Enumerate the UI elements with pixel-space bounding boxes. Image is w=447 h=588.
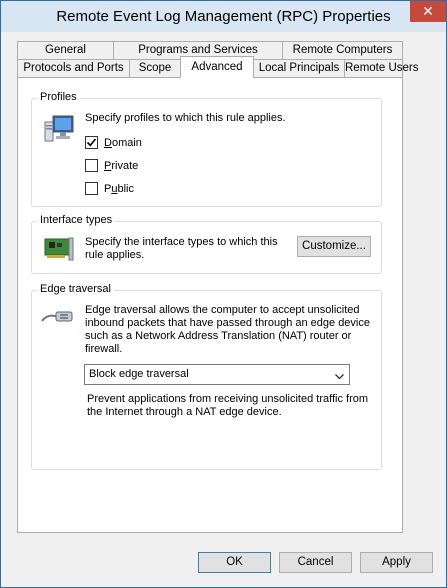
edge-traversal-option-description-line1: Prevent applications from receiving unso… bbox=[87, 393, 369, 405]
customize-button[interactable]: Customize... bbox=[297, 236, 371, 257]
tab-remote-computers[interactable]: Remote Computers bbox=[282, 41, 403, 60]
tab-label: Scope bbox=[138, 62, 172, 74]
private-checkbox[interactable] bbox=[85, 159, 98, 172]
interface-types-description-line1: Specify the interface types to which thi… bbox=[85, 236, 278, 248]
edge-traversal-option-description-line2: the Internet through a NAT edge device. bbox=[87, 406, 282, 418]
profiles-group-title: Profiles bbox=[37, 91, 80, 103]
profiles-description: Specify profiles to which this rule appl… bbox=[85, 112, 286, 124]
edge-traversal-description-line4: firewall. bbox=[85, 343, 123, 355]
ok-button[interactable]: OK bbox=[198, 552, 271, 573]
tab-protocols-and-ports[interactable]: Protocols and Ports bbox=[17, 59, 130, 78]
cancel-button[interactable]: Cancel bbox=[279, 552, 352, 573]
public-label[interactable]: Public bbox=[104, 183, 134, 196]
tab-remote-users[interactable]: Remote Users bbox=[344, 59, 419, 78]
edge-traversal-description-line3: such as a Network Address Translation (N… bbox=[85, 330, 352, 342]
close-button[interactable]: ✕ bbox=[410, 1, 446, 22]
chevron-down-icon bbox=[335, 371, 344, 383]
edge-traversal-group: Edge traversal Edge traversal allows the… bbox=[31, 283, 382, 470]
edge-traversal-description-line2: inbound packets that have passed through… bbox=[85, 317, 370, 329]
private-label[interactable]: Private bbox=[104, 160, 138, 173]
interface-types-description-line2: rule applies. bbox=[85, 249, 145, 261]
network-card-icon bbox=[43, 236, 75, 264]
edge-traversal-description-line1: Edge traversal allows the computer to ac… bbox=[85, 304, 360, 316]
profiles-group: Profiles Specify profiles to which this … bbox=[31, 91, 382, 207]
title-bar[interactable]: Remote Event Log Management (RPC) Proper… bbox=[1, 1, 446, 32]
domain-checkbox[interactable] bbox=[85, 136, 98, 149]
public-checkbox[interactable] bbox=[85, 182, 98, 195]
edge-traversal-group-title: Edge traversal bbox=[37, 283, 114, 295]
tab-label: Programs and Services bbox=[138, 44, 258, 56]
edge-traversal-select[interactable]: Block edge traversal bbox=[84, 364, 350, 385]
window-title: Remote Event Log Management (RPC) Proper… bbox=[56, 8, 391, 25]
tab-label: Local Principals bbox=[258, 62, 340, 74]
advanced-tab-panel: Profiles Specify profiles to which this … bbox=[17, 77, 403, 533]
tab-local-principals[interactable]: Local Principals bbox=[253, 59, 345, 78]
checkmark-icon bbox=[86, 138, 97, 147]
interface-types-group-title: Interface types bbox=[37, 214, 116, 226]
tab-label: Remote Computers bbox=[292, 44, 393, 56]
tab-scope[interactable]: Scope bbox=[129, 59, 181, 78]
dialog-client-area: General Programs and Services Remote Com… bbox=[7, 32, 440, 581]
computer-icon bbox=[42, 113, 76, 143]
interface-types-group: Interface types Specify the interface ty… bbox=[31, 214, 382, 274]
apply-button[interactable]: Apply bbox=[360, 552, 433, 573]
tab-label: Remote Users bbox=[345, 62, 419, 74]
network-cable-icon bbox=[40, 307, 76, 327]
properties-dialog: Remote Event Log Management (RPC) Proper… bbox=[0, 0, 447, 588]
domain-label[interactable]: Domain bbox=[104, 137, 142, 150]
tab-label: Advanced bbox=[191, 61, 243, 73]
tab-label: Protocols and Ports bbox=[23, 62, 124, 74]
tab-label: General bbox=[45, 44, 86, 56]
tab-general[interactable]: General bbox=[17, 41, 114, 60]
tab-advanced[interactable]: Advanced bbox=[180, 56, 254, 78]
edge-traversal-selected-value: Block edge traversal bbox=[89, 368, 189, 380]
